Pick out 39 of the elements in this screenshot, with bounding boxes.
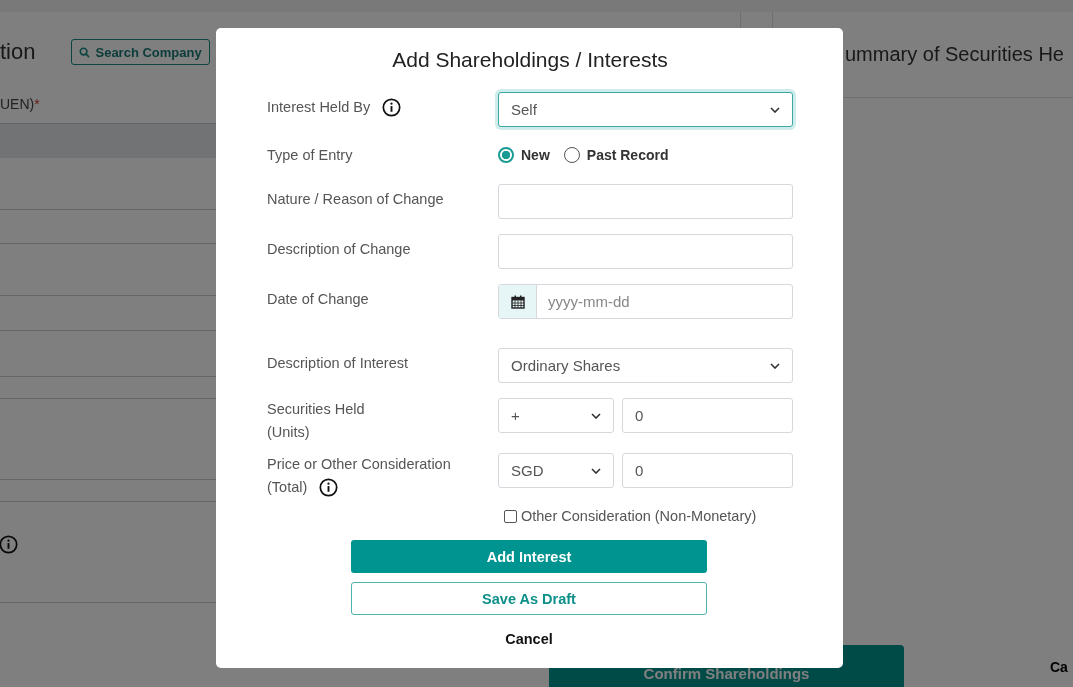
cancel-link[interactable]: Ca	[1050, 659, 1068, 675]
field-label: Type of Entry	[267, 146, 353, 165]
field-label: Description of Interest	[267, 354, 409, 373]
field-label: (Units)	[267, 423, 310, 442]
select-field[interactable]: SGD	[498, 453, 614, 488]
add-button[interactable]: Add Interest	[351, 540, 707, 573]
panel-title: ummary of Securities He	[845, 43, 1064, 66]
field-label: Price or Other Consideration	[267, 455, 451, 474]
select-field[interactable]: +	[498, 398, 614, 433]
chevron-icon	[591, 467, 601, 474]
field-label: Securities Held	[267, 400, 365, 419]
info-icon[interactable]	[382, 98, 402, 117]
text-field[interactable]	[498, 234, 793, 269]
radio-option[interactable]: New	[498, 147, 550, 163]
panel-title: tion	[0, 39, 36, 65]
field-label: Nature / Reason of Change	[267, 190, 444, 209]
modal-title: Add Shareholdings / Interests	[391, 47, 669, 73]
field-label: Interest Held By	[267, 98, 371, 117]
field-label: Date of Change	[267, 290, 369, 309]
select-field[interactable]: Ordinary Shares	[498, 348, 793, 383]
chevron-icon	[770, 362, 780, 369]
search-icon	[79, 46, 91, 58]
field-label: (Total)	[267, 478, 308, 497]
number-field[interactable]: 0	[622, 398, 793, 433]
cancel-link[interactable]: Cancel	[499, 625, 559, 653]
chevron-icon	[591, 412, 601, 419]
draft-button[interactable]: Save As Draft	[351, 582, 707, 615]
info-icon	[0, 535, 18, 554]
select-field[interactable]: Self	[498, 92, 793, 127]
radio-option[interactable]: Past Record	[563, 147, 669, 163]
calendar-icon	[510, 294, 525, 309]
date-field[interactable]: yyyy-mm-dd	[498, 284, 793, 319]
text-field[interactable]	[498, 184, 793, 219]
number-field[interactable]: 0	[622, 453, 793, 488]
checkbox-option[interactable]: Other Consideration (Non-Monetary)	[504, 508, 793, 524]
field-label: Description of Change	[267, 240, 411, 259]
info-icon[interactable]	[319, 478, 339, 497]
field-label: UEN)*	[0, 96, 40, 112]
chevron-icon	[770, 106, 780, 113]
